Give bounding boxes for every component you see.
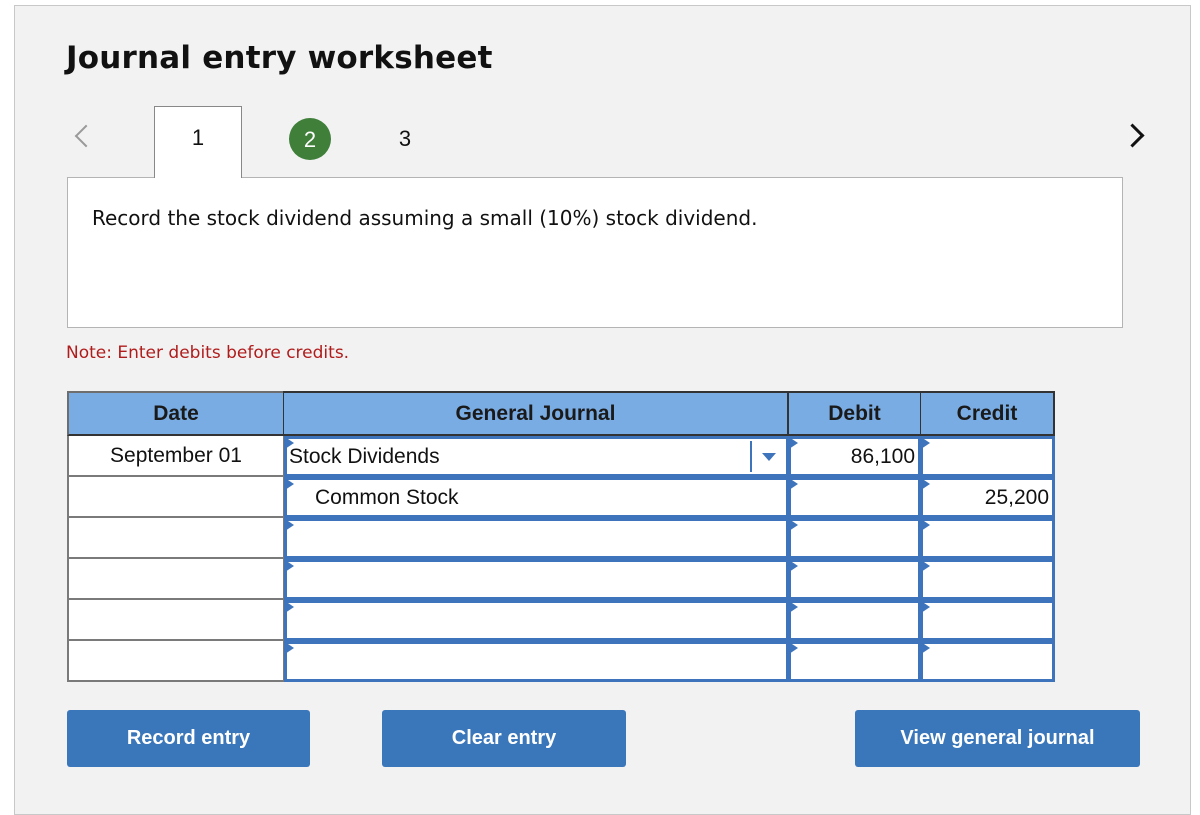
account-value: Stock Dividends — [289, 445, 440, 468]
date-cell[interactable] — [67, 600, 285, 641]
page-title: Journal entry worksheet — [66, 40, 493, 76]
view-general-journal-button[interactable]: View general journal — [855, 710, 1140, 767]
question-box: Record the stock dividend assuming a sma… — [67, 177, 1123, 328]
account-select[interactable] — [284, 641, 789, 682]
date-cell[interactable]: September 01 — [67, 436, 285, 477]
instruction-note: Note: Enter debits before credits. — [66, 343, 350, 363]
header-general-journal: General Journal — [283, 391, 789, 436]
debit-input[interactable] — [788, 641, 921, 682]
credit-input[interactable] — [920, 518, 1055, 559]
date-cell[interactable] — [67, 559, 285, 600]
tab-2[interactable]: 2 — [289, 106, 333, 178]
table-row — [67, 559, 1055, 600]
tab-label: 3 — [398, 126, 412, 151]
date-cell[interactable] — [67, 477, 285, 518]
header-date: Date — [67, 391, 285, 436]
credit-input[interactable] — [920, 641, 1055, 682]
debit-input[interactable] — [788, 600, 921, 641]
table-row — [67, 641, 1055, 682]
next-button[interactable] — [1120, 118, 1152, 148]
table-row — [67, 600, 1055, 641]
chevron-left-icon — [74, 124, 98, 148]
date-cell[interactable] — [67, 518, 285, 559]
debit-input[interactable] — [788, 559, 921, 600]
account-select[interactable] — [284, 600, 789, 641]
tab-label: 2 — [303, 127, 317, 152]
debit-input[interactable] — [788, 518, 921, 559]
account-select[interactable] — [284, 518, 789, 559]
tab-1[interactable]: 1 — [154, 106, 242, 178]
table-row: Common Stock 25,200 — [67, 477, 1055, 518]
header-credit: Credit — [920, 391, 1055, 436]
table-row — [67, 518, 1055, 559]
chevron-down-icon[interactable] — [750, 441, 786, 472]
header-debit: Debit — [788, 391, 922, 436]
date-cell[interactable] — [67, 641, 285, 682]
credit-input[interactable] — [920, 559, 1055, 600]
prev-button[interactable] — [70, 118, 100, 148]
account-select[interactable]: Common Stock — [284, 477, 789, 518]
credit-input[interactable] — [920, 436, 1055, 477]
record-entry-button[interactable]: Record entry — [67, 710, 310, 767]
account-select[interactable]: Stock Dividends — [284, 436, 789, 477]
account-select[interactable] — [284, 559, 789, 600]
credit-input[interactable]: 25,200 — [920, 477, 1055, 518]
tab-label: 1 — [191, 125, 205, 150]
chevron-right-icon — [1120, 123, 1145, 148]
table-row: September 01 Stock Dividends 86,100 — [67, 436, 1055, 477]
completed-step-badge: 2 — [289, 118, 331, 160]
clear-entry-button[interactable]: Clear entry — [382, 710, 626, 767]
credit-input[interactable] — [920, 600, 1055, 641]
question-text: Record the stock dividend assuming a sma… — [92, 206, 758, 230]
debit-input[interactable] — [788, 477, 921, 518]
debit-input[interactable]: 86,100 — [788, 436, 921, 477]
